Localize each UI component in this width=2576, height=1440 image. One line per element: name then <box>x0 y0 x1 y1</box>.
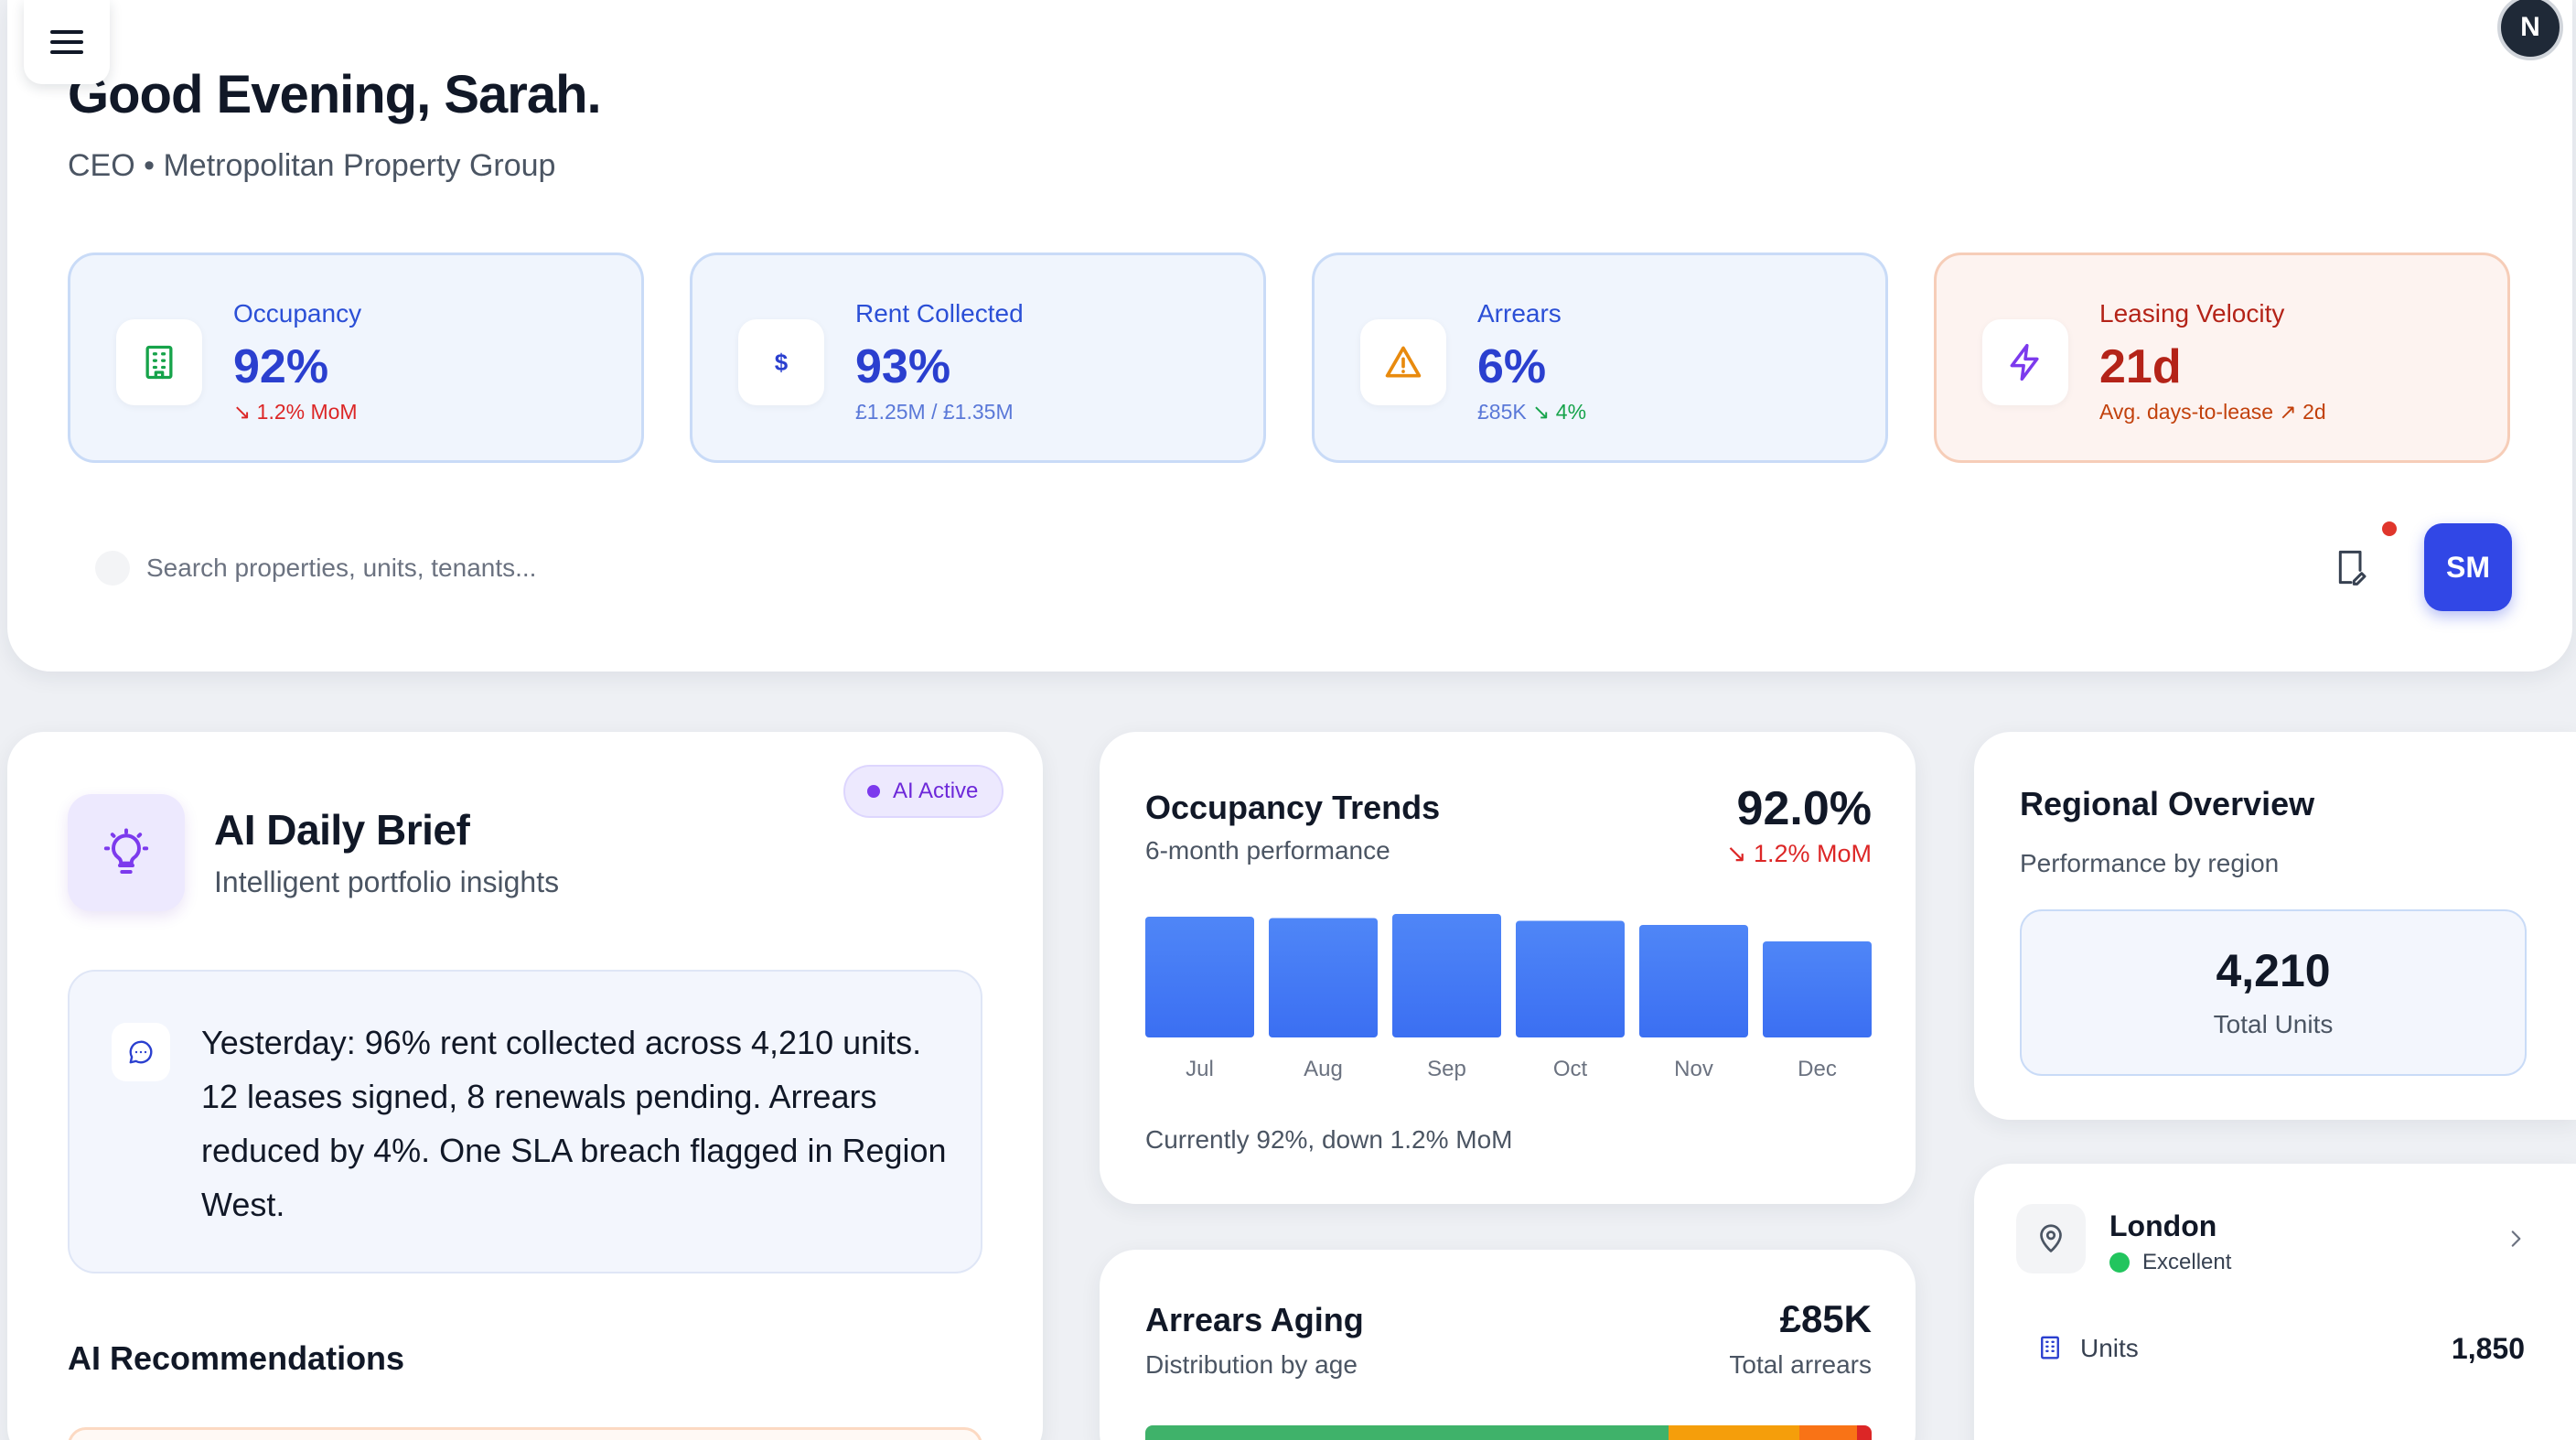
ai-brief-text: Yesterday: 96% rent collected across 4,2… <box>201 1024 947 1223</box>
aging-segment-1 <box>1145 1425 1669 1440</box>
kpi-label: Rent Collected <box>855 299 1024 328</box>
notification-dot <box>2382 521 2397 536</box>
recommendation-card[interactable] <box>68 1427 982 1440</box>
kpi-card-arrears[interactable]: Arrears 6% £85K ↘ 4% <box>1312 253 1888 463</box>
kpi-change: ↘ 1.2% MoM <box>233 400 358 424</box>
arrears-aging-bar <box>1145 1425 1872 1440</box>
menu-button[interactable] <box>24 0 110 84</box>
occupancy-bar-sep[interactable] <box>1392 914 1501 1037</box>
dollar-icon: $ <box>738 319 824 405</box>
arrears-total-value: £85K <box>1779 1297 1872 1340</box>
arrears-title: Arrears Aging <box>1145 1301 1364 1338</box>
aging-segment-2 <box>1668 1425 1799 1440</box>
regional-title: Regional Overview <box>2020 785 2315 822</box>
total-units-label: Total Units <box>2213 1010 2334 1038</box>
ai-active-badge: AI Active <box>843 765 1004 818</box>
occupancy-bar-nov[interactable] <box>1639 925 1748 1037</box>
x-tick-label: Dec <box>1798 1057 1837 1081</box>
aging-segment-3 <box>1798 1425 1858 1440</box>
occupancy-bar-dec[interactable] <box>1763 941 1872 1037</box>
kpi-card-leasing-velocity[interactable]: Leasing Velocity 21d Avg. days-to-lease … <box>1934 253 2510 463</box>
total-units-value: 4,210 <box>2216 945 2331 996</box>
trends-title: Occupancy Trends <box>1145 789 1441 826</box>
arrears-total-label: Total arrears <box>1729 1350 1872 1379</box>
arrears-aging-panel <box>1100 1250 1916 1440</box>
kpi-label: Leasing Velocity <box>2099 299 2285 328</box>
region-units-value: 1,850 <box>2451 1332 2525 1365</box>
trends-caption: Currently 92%, down 1.2% MoM <box>1145 1125 1513 1154</box>
kpi-sub: £1.25M / £1.35M <box>855 400 1014 424</box>
notes-button[interactable] <box>2331 545 2371 589</box>
kpi-label: Occupancy <box>233 299 362 328</box>
warning-triangle-icon <box>1360 319 1446 405</box>
kpi-change: ↘ 4% <box>1532 400 1587 424</box>
occupancy-bar-chart: Jul Aug Sep Oct Nov Dec <box>1145 914 1872 1081</box>
status-dot <box>2109 1252 2130 1273</box>
trends-subtitle: 6-month performance <box>1145 836 1390 865</box>
chat-bubble-icon <box>112 1023 170 1081</box>
x-tick-label: Nov <box>1674 1057 1713 1081</box>
occupancy-bar-jul[interactable] <box>1145 917 1254 1037</box>
lightning-icon <box>1982 319 2068 405</box>
occupancy-bar-oct[interactable] <box>1516 920 1625 1038</box>
kpi-card-occupancy[interactable]: Occupancy 92% ↘ 1.2% MoM <box>68 253 644 463</box>
hamburger-icon <box>50 24 83 60</box>
kpi-sub-amount: £85K <box>1477 400 1527 424</box>
chevron-right-icon[interactable] <box>2497 1220 2534 1257</box>
greeting-title: Good Evening, Sarah. <box>68 65 602 124</box>
user-role: CEO • Metropolitan Property Group <box>68 148 556 183</box>
building-icon <box>2041 1336 2059 1359</box>
user-avatar[interactable]: SM <box>2424 523 2512 611</box>
ai-recommendations-heading: AI Recommendations <box>68 1339 405 1377</box>
kpi-label: Arrears <box>1477 299 1562 328</box>
badge-label: AI Active <box>893 779 979 803</box>
region-name: London <box>2109 1209 2217 1242</box>
trends-change: ↘ 1.2% MoM <box>1725 840 1872 867</box>
arrears-subtitle: Distribution by age <box>1145 1350 1358 1379</box>
kpi-card-rent-collected[interactable]: $ Rent Collected 93% £1.25M / £1.35M <box>690 253 1266 463</box>
map-pin-icon <box>2016 1204 2086 1273</box>
region-units-label: Units <box>2080 1334 2139 1362</box>
region-status-label: Excellent <box>2142 1250 2232 1274</box>
note-edit-icon <box>2338 550 2367 586</box>
building-icon <box>116 319 202 405</box>
trends-value: 92.0% <box>1736 782 1872 835</box>
kpi-change: ↗ 2d <box>2279 400 2326 424</box>
kpi-value: 93% <box>855 340 951 393</box>
region-status: Excellent <box>2109 1250 2231 1275</box>
regional-subtitle: Performance by region <box>2020 849 2280 877</box>
x-tick-label: Oct <box>1553 1057 1588 1081</box>
kpi-sub: £85K ↘ 4% <box>1477 400 1586 424</box>
kpi-value: 92% <box>233 340 329 393</box>
ai-brief-title: AI Daily Brief <box>214 806 470 854</box>
search-input[interactable] <box>146 545 896 591</box>
search-icon <box>95 551 130 586</box>
ai-brief-subtitle: Intelligent portfolio insights <box>214 865 560 898</box>
status-dot <box>867 785 880 798</box>
occupancy-bar-aug[interactable] <box>1269 918 1378 1038</box>
kpi-sub: Avg. days-to-lease ↗ 2d <box>2099 400 2326 424</box>
x-tick-label: Jul <box>1186 1057 1214 1081</box>
x-tick-label: Aug <box>1304 1057 1343 1081</box>
lightbulb-icon <box>68 794 185 911</box>
kpi-value: 21d <box>2099 340 2182 393</box>
kpi-value: 6% <box>1477 340 1547 393</box>
kpi-sub-text: Avg. days-to-lease <box>2099 400 2274 424</box>
x-tick-label: Sep <box>1427 1057 1466 1081</box>
aging-segment-4 <box>1857 1425 1872 1440</box>
